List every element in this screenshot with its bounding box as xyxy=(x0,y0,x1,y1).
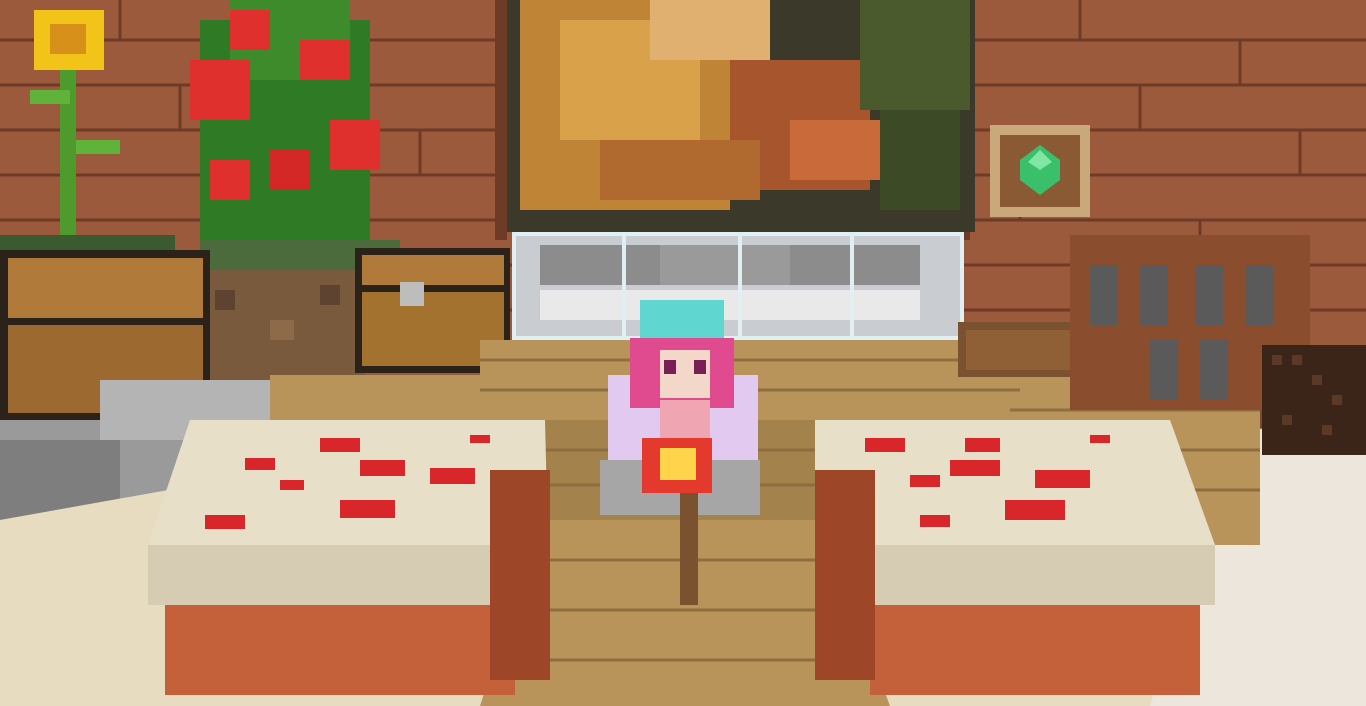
rose-bush xyxy=(190,0,380,240)
glass-window xyxy=(512,232,964,340)
painting[interactable] xyxy=(507,0,975,232)
cake-right[interactable] xyxy=(815,420,1215,695)
note-block[interactable] xyxy=(1262,345,1366,455)
minecraft-world-view xyxy=(0,0,1366,706)
emerald-item-frame[interactable] xyxy=(990,125,1090,217)
cake-left[interactable] xyxy=(148,420,550,695)
game-viewport[interactable] xyxy=(0,0,1366,706)
